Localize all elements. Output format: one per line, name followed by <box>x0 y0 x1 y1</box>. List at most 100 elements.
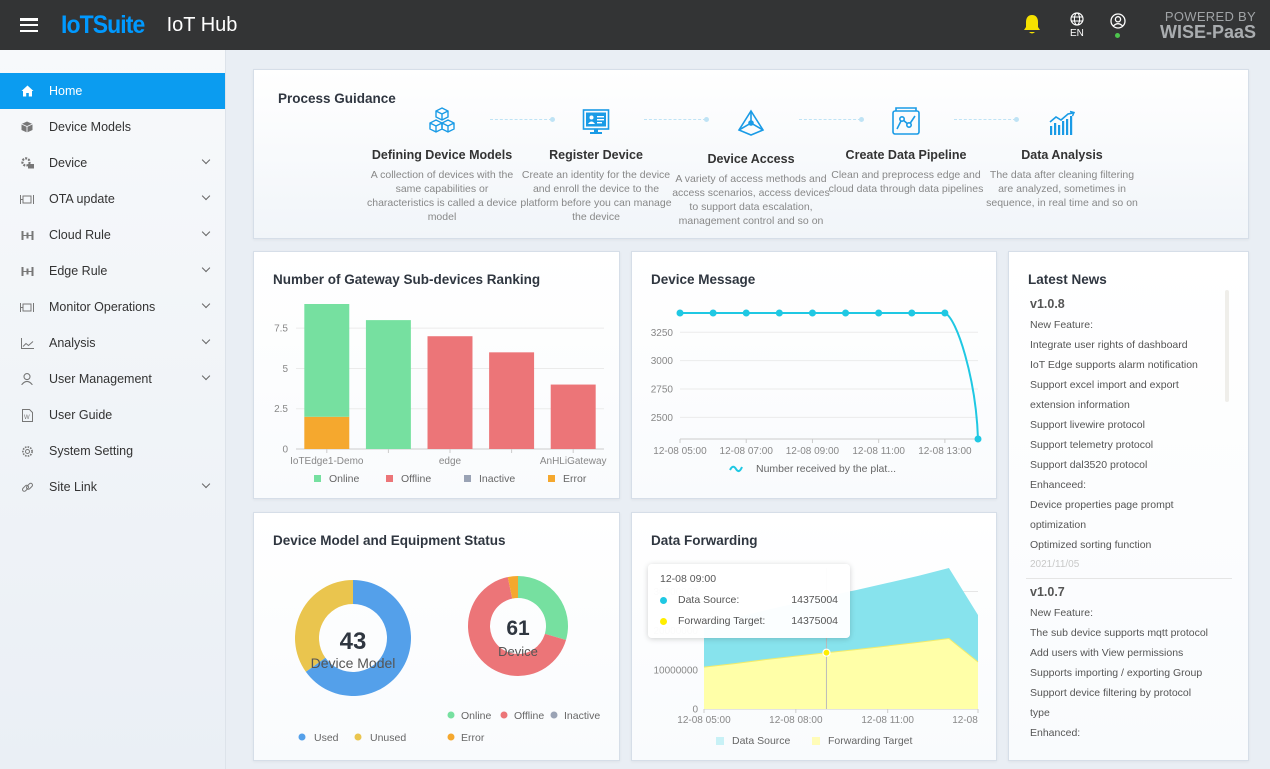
chevron-down-icon[interactable] <box>201 335 211 345</box>
user-menu[interactable] <box>1110 12 1126 38</box>
forwarding-target-dot <box>660 617 667 625</box>
sidebar-item-cloud-rule[interactable]: Cloud Rule <box>0 217 225 253</box>
tooltip-label: Data Source: <box>678 594 740 606</box>
data-point <box>941 309 949 317</box>
top-bar: IoTSuite IoT Hub EN POWERED BY WISE-PaaS <box>0 0 1270 50</box>
sidebar-item-user-guide[interactable]: W User Guide <box>0 397 225 433</box>
chevron-down-icon[interactable] <box>201 191 211 201</box>
home-icon <box>20 84 34 98</box>
sidebar-item-label: Monitor Operations <box>49 300 156 314</box>
sidebar-item-label: Analysis <box>49 336 96 350</box>
tooltip-label: Forwarding Target: <box>678 615 766 627</box>
sidebar-item-home[interactable]: Home <box>0 73 225 109</box>
x-tick-label: 12-08 13:00 <box>918 446 972 457</box>
tooltip-value: 14375004 <box>791 594 838 606</box>
news-scrollbar[interactable] <box>1225 290 1229 402</box>
y-tick-label: 2.5 <box>274 404 288 415</box>
language-selector[interactable]: EN <box>1070 11 1084 39</box>
cubes-icon <box>362 106 522 136</box>
x-tick-label: 12-08 05:00 <box>653 446 707 457</box>
online-status-dot <box>1115 32 1121 38</box>
sidebar-item-label: System Setting <box>49 444 134 458</box>
sidebar-item-label: Device Models <box>49 120 131 134</box>
news-separator <box>1026 578 1232 579</box>
bar-offline <box>489 352 535 449</box>
chevron-down-icon[interactable] <box>201 371 211 381</box>
sidebar-item-ota-update[interactable]: OTA update <box>0 181 225 217</box>
device-message-chart: 2500 2750 3000 3250 12-08 05:00 12-08 07:00 12… <box>651 309 982 475</box>
y-tick-label: 2500 <box>651 413 674 424</box>
y-tick-label: 3000 <box>651 356 674 367</box>
step-description: A variety of access methods and access s… <box>672 173 830 227</box>
bell-icon[interactable] <box>1022 14 1042 36</box>
news-line: Integrate user rights of dashboard <box>1030 339 1188 351</box>
news-line: Support excel import and export <box>1030 379 1179 391</box>
globe-icon <box>1070 11 1084 26</box>
chevron-down-icon[interactable] <box>201 227 211 237</box>
news-line: Enhanceed: <box>1030 479 1087 491</box>
y-tick-label: 0 <box>282 445 288 456</box>
x-tick-label: 12-08 <box>952 715 978 726</box>
powered-by-text: POWERED BY <box>1164 8 1256 24</box>
step-title: Defining Device Models <box>371 148 513 162</box>
sidebar-item-user-management[interactable]: User Management <box>0 361 225 397</box>
device-count: 61 <box>506 617 530 640</box>
line-chart-icon <box>20 336 34 350</box>
sidebar-item-monitor-operations[interactable]: Monitor Operations <box>0 289 225 325</box>
device-message-card: Device Message 2500 2750 3000 3250 12-08 05:… <box>631 251 997 499</box>
sidebar-item-label: User Management <box>49 372 152 386</box>
svg-text:W: W <box>24 415 30 421</box>
sidebar-item-site-link[interactable]: Site Link <box>0 469 225 505</box>
chevron-down-icon[interactable] <box>201 299 211 309</box>
chart-tooltip: 12-08 09:00 Data Source: 14375004 Forwar… <box>648 564 850 638</box>
chevron-down-icon[interactable] <box>201 263 211 273</box>
brand-logo[interactable]: IoTSuite <box>61 11 145 40</box>
data-point <box>742 309 750 317</box>
sidebar-item-device-models[interactable]: Device Models <box>0 109 225 145</box>
legend-swatch-forwarding-target <box>812 737 820 745</box>
sidebar-item-device[interactable]: Device <box>0 145 225 181</box>
language-label: EN <box>1070 27 1084 39</box>
news-list[interactable]: v1.0.8 New Feature: Integrate user rights … <box>1026 295 1232 743</box>
data-point <box>709 309 717 317</box>
process-step-data-analysis[interactable]: Data Analysis The data after cleaning fil… <box>982 106 1142 210</box>
wise-paas-text: WISE-PaaS <box>1159 21 1256 42</box>
process-step-defining-device-models[interactable]: Defining Device Models A collection of de… <box>362 106 522 224</box>
powered-by-logo: POWERED BY WISE-PaaS <box>1160 10 1256 41</box>
process-step-device-access[interactable]: Device Access A variety of access methods… <box>671 108 831 228</box>
news-line: New Feature: <box>1030 319 1094 331</box>
news-line: Support telemetry protocol <box>1030 439 1154 451</box>
device-center-label: Device <box>498 644 538 659</box>
sidebar-item-label: Edge Rule <box>49 264 108 278</box>
sidebar-item-system-setting[interactable]: System Setting <box>0 433 225 469</box>
sidebar-item-label: Home <box>49 84 83 98</box>
gateway-ranking-chart: 0 2.5 5 7.5 IoTEdge1-Demo edge AnHLiGateway Onl… <box>274 304 607 485</box>
data-point <box>808 309 816 317</box>
rule-icon <box>20 264 34 278</box>
legend-label-used: Used <box>314 732 339 744</box>
x-tick-label: 12-08 05:00 <box>677 715 731 726</box>
x-tick-label: edge <box>439 456 462 467</box>
step-description: The data after cleaning filtering are an… <box>986 169 1138 209</box>
step-description: A collection of devices with the same ca… <box>367 169 517 223</box>
sidebar-item-edge-rule[interactable]: Edge Rule <box>0 253 225 289</box>
data-point <box>842 309 850 317</box>
process-guidance-title: Process Guidance <box>278 91 396 106</box>
chevron-down-icon[interactable] <box>201 479 211 489</box>
bar-offline <box>427 336 473 449</box>
step-description: Clean and preprocess edge and cloud data… <box>828 169 984 195</box>
legend-label-unused: Unused <box>370 732 406 744</box>
chevron-down-icon[interactable] <box>201 155 211 165</box>
y-tick-label: 2750 <box>651 385 674 396</box>
tooltip-row-forwarding-target: Forwarding Target: 14375004 <box>660 615 838 627</box>
link-icon <box>20 480 34 494</box>
news-line: New Feature: <box>1030 607 1094 619</box>
sidebar-item-analysis[interactable]: Analysis <box>0 325 225 361</box>
legend-label-online: Online <box>329 473 360 485</box>
menu-icon[interactable] <box>20 18 38 32</box>
process-step-register-device[interactable]: Register Device Create an identity for th… <box>516 106 676 224</box>
device-gear-icon <box>20 156 34 170</box>
step-description: Create an identity for the device and en… <box>520 169 672 223</box>
pipeline-icon <box>826 106 986 136</box>
device-model-count: 43 <box>340 628 367 655</box>
